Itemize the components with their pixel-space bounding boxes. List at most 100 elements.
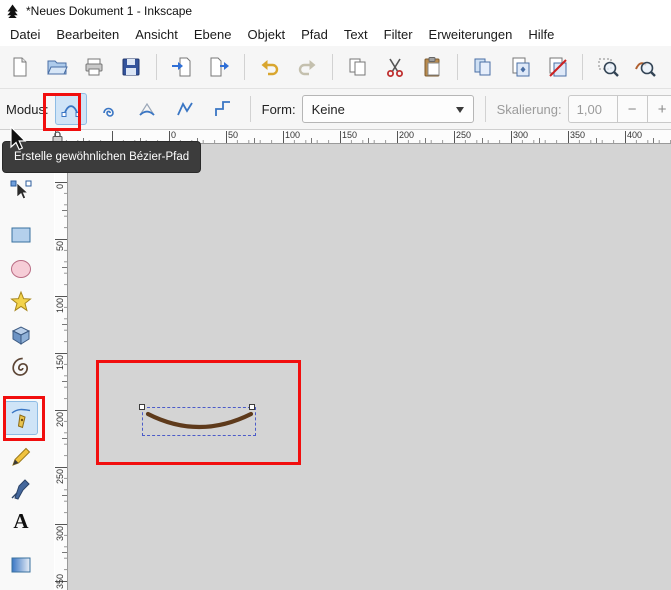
ruler-label: 200 xyxy=(55,412,65,427)
ruler-label: 200 xyxy=(399,130,414,140)
window-title: *Neues Dokument 1 - Inkscape xyxy=(26,4,192,18)
scale-label: Skalierung: xyxy=(497,102,562,117)
new-document-icon xyxy=(9,56,31,78)
ruler-label: 100 xyxy=(55,298,65,313)
calligraphy-tool-icon xyxy=(9,477,33,501)
bspline-mode-icon xyxy=(137,99,157,119)
rectangle-tool-button[interactable] xyxy=(4,218,38,252)
ruler-label: 100 xyxy=(285,130,300,140)
shape-dropdown[interactable]: Keine xyxy=(302,95,474,123)
undo-button[interactable] xyxy=(253,50,287,84)
open-button[interactable] xyxy=(40,50,74,84)
zoom-drawing-icon xyxy=(634,56,656,78)
menu-item-datei[interactable]: Datei xyxy=(2,24,48,45)
menu-item-bearbeiten[interactable]: Bearbeiten xyxy=(48,24,127,45)
menu-item-pfad[interactable]: Pfad xyxy=(293,24,336,45)
paraxial-segments-mode-icon xyxy=(213,99,233,119)
clone-button[interactable] xyxy=(503,50,537,84)
new-document-button[interactable] xyxy=(3,50,37,84)
toolbar-separator xyxy=(582,54,583,80)
star-tool-icon xyxy=(9,290,33,314)
scale-decrease-button[interactable]: − xyxy=(618,95,648,123)
mode-spiro-button[interactable] xyxy=(93,93,125,125)
ruler-label: 300 xyxy=(513,130,528,140)
text-tool-icon: A xyxy=(13,511,28,532)
mode-straight-segments-button[interactable] xyxy=(169,93,201,125)
ruler-label: 150 xyxy=(342,130,357,140)
zoom-selection-button[interactable] xyxy=(591,50,625,84)
titlebar: *Neues Dokument 1 - Inkscape xyxy=(0,0,671,22)
scale-value[interactable]: 1,00 xyxy=(568,95,618,123)
annotation-box-bezier-mode-button xyxy=(43,93,81,131)
duplicate-button[interactable] xyxy=(466,50,500,84)
cut-button[interactable] xyxy=(378,50,412,84)
paste-icon xyxy=(421,56,443,78)
duplicate-icon xyxy=(472,56,494,78)
ruler-label: 150 xyxy=(55,355,65,370)
import-icon xyxy=(171,56,193,78)
menu-item-ebene[interactable]: Ebene xyxy=(186,24,240,45)
menu-item-objekt[interactable]: Objekt xyxy=(239,24,293,45)
toolbar-separator xyxy=(457,54,458,80)
calligraphy-tool-button[interactable] xyxy=(4,472,38,506)
pencil-tool-icon xyxy=(9,445,33,469)
tool-controls-bar: Modus: Form: Keine Skalierung: 1,00 − + xyxy=(0,89,671,130)
node-editor-tool-icon xyxy=(9,179,33,203)
gradient-tool-button[interactable] xyxy=(4,548,38,582)
tool-palette: A xyxy=(0,130,54,590)
cut-icon xyxy=(384,56,406,78)
menu-item-ansicht[interactable]: Ansicht xyxy=(127,24,186,45)
clone-icon xyxy=(509,56,531,78)
shape-dropdown-value: Keine xyxy=(312,102,450,117)
ellipse-tool-button[interactable] xyxy=(4,252,38,286)
copy-button[interactable] xyxy=(341,50,375,84)
menu-item-erweiterungen[interactable]: Erweiterungen xyxy=(421,24,521,45)
export-button[interactable] xyxy=(202,50,236,84)
copy-icon xyxy=(347,56,369,78)
node-editor-tool-button[interactable] xyxy=(4,174,38,208)
spiral-tool-button[interactable] xyxy=(4,351,38,385)
ruler-label: 250 xyxy=(55,469,65,484)
ruler-label: 50 xyxy=(228,130,238,140)
save-button[interactable] xyxy=(114,50,148,84)
toolbar-separator xyxy=(250,96,251,122)
menu-item-hilfe[interactable]: Hilfe xyxy=(520,24,562,45)
unlink-clone-icon xyxy=(546,56,568,78)
annotation-box-drawn-path xyxy=(96,360,301,465)
ruler-label: 50 xyxy=(55,241,65,251)
zoom-drawing-button[interactable] xyxy=(628,50,662,84)
ruler-label: 400 xyxy=(627,130,642,140)
save-icon xyxy=(120,56,142,78)
mode-bspline-button[interactable] xyxy=(131,93,163,125)
chevron-down-icon xyxy=(456,107,464,117)
redo-button[interactable] xyxy=(290,50,324,84)
command-toolbar xyxy=(0,46,671,89)
gradient-tool-icon xyxy=(9,553,33,577)
annotation-box-pen-tool-button xyxy=(3,396,45,441)
import-button[interactable] xyxy=(165,50,199,84)
box-3d-tool-button[interactable] xyxy=(4,318,38,352)
toolbar-separator xyxy=(332,54,333,80)
shape-label: Form: xyxy=(262,102,296,117)
mode-paraxial-segments-button[interactable] xyxy=(207,93,239,125)
ruler-label: 350 xyxy=(55,574,65,589)
unlink-clone-button[interactable] xyxy=(540,50,574,84)
scale-increase-button[interactable]: + xyxy=(648,95,671,123)
tooltip: Erstelle gewöhnlichen Bézier-Pfad xyxy=(2,141,201,173)
menu-item-text[interactable]: Text xyxy=(336,24,376,45)
spiro-mode-icon xyxy=(99,99,119,119)
pencil-tool-button[interactable] xyxy=(4,440,38,474)
star-tool-button[interactable] xyxy=(4,285,38,319)
vertical-ruler[interactable]: 0 50 100 150 200 250 300 350 xyxy=(55,144,68,590)
mouse-cursor xyxy=(10,126,28,152)
zoom-selection-icon xyxy=(597,56,619,78)
paste-button[interactable] xyxy=(415,50,449,84)
print-icon xyxy=(83,56,105,78)
menu-item-filter[interactable]: Filter xyxy=(376,24,421,45)
undo-icon xyxy=(259,56,281,78)
straight-segments-mode-icon xyxy=(175,99,195,119)
text-tool-button[interactable]: A xyxy=(4,504,38,538)
box-3d-tool-icon xyxy=(9,323,33,347)
export-icon xyxy=(208,56,230,78)
print-button[interactable] xyxy=(77,50,111,84)
